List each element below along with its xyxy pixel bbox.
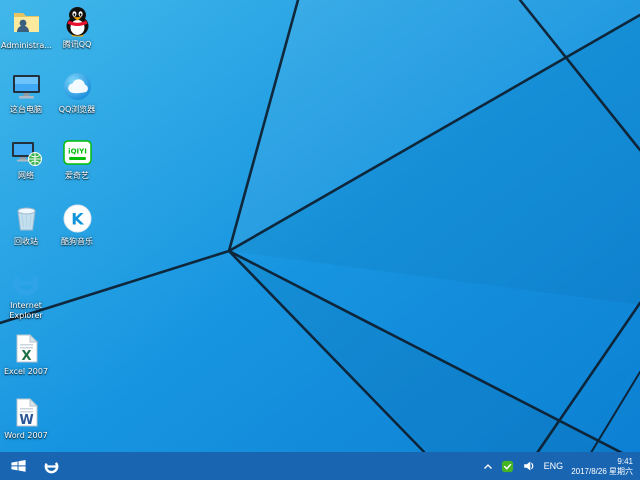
clock[interactable]: 9:41 2017/8/26 星期六 <box>571 457 633 476</box>
tray-time: 9:41 <box>617 457 633 466</box>
word-icon: W <box>10 396 43 429</box>
desktop-icon-tencent-qq[interactable]: 腾讯QQ <box>52 5 102 50</box>
internet-explorer-icon <box>10 266 43 299</box>
desktop-icon-label: 腾讯QQ <box>63 40 92 50</box>
excel-icon: X <box>10 332 43 365</box>
desktop-icon-recycle-bin[interactable]: 回收站 <box>1 202 51 247</box>
desktop-screen: Administra... 这台电脑 网络 <box>0 0 640 480</box>
user-folder-icon <box>10 6 43 39</box>
qq-penguin-icon <box>61 5 94 38</box>
taskbar-ie-button[interactable] <box>36 452 66 480</box>
desktop-icon-internet-explorer[interactable]: Internet Explorer <box>1 266 51 320</box>
taskbar: ENG 9:41 2017/8/26 星期六 <box>0 452 640 480</box>
security-tray-button[interactable] <box>501 460 514 473</box>
desktop-icon-label: Internet Explorer <box>1 301 51 320</box>
svg-text:W: W <box>19 413 33 428</box>
desktop-icon-this-pc[interactable]: 这台电脑 <box>1 70 51 115</box>
iqiyi-icon: iQIYI <box>61 136 94 169</box>
desktop-icon-excel-2007[interactable]: X Excel 2007 <box>1 332 51 377</box>
desktop-icon-label: Administra... <box>1 41 51 51</box>
system-tray: ENG 9:41 2017/8/26 星期六 <box>483 452 640 480</box>
tray-date: 2017/8/26 星期六 <box>571 467 633 476</box>
start-button[interactable] <box>0 452 36 480</box>
chevron-up-icon <box>483 463 493 470</box>
desktop-icon-kugou-music[interactable]: K 酷狗音乐 <box>52 202 102 247</box>
desktop-icon-label: 酷狗音乐 <box>61 237 93 247</box>
desktop-icon-label: Word 2007 <box>4 431 47 441</box>
ie-icon <box>43 458 60 475</box>
svg-text:iQIYI: iQIYI <box>68 148 87 156</box>
show-hidden-icons-button[interactable] <box>483 463 493 470</box>
speaker-icon <box>522 459 536 473</box>
language-indicator[interactable]: ENG <box>544 461 564 471</box>
network-icon <box>10 136 43 169</box>
desktop-icon-iqiyi[interactable]: iQIYI 爱奇艺 <box>52 136 102 181</box>
kugou-music-icon: K <box>61 202 94 235</box>
volume-button[interactable] <box>522 459 536 473</box>
desktop-icon-label: 这台电脑 <box>10 105 42 115</box>
recycle-bin-icon <box>10 202 43 235</box>
desktop-icon-label: 网络 <box>18 171 34 181</box>
desktop-icon-qq-browser[interactable]: QQ浏览器 <box>52 70 102 115</box>
desktop-icon-label: Excel 2007 <box>4 367 48 377</box>
desktop-icon-network[interactable]: 网络 <box>1 136 51 181</box>
desktop-icon-administrator[interactable]: Administra... <box>1 6 51 51</box>
qq-browser-icon <box>61 70 94 103</box>
desktop-icon-label: 回收站 <box>14 237 38 247</box>
green-shield-icon <box>501 460 514 473</box>
desktop-icon-word-2007[interactable]: W Word 2007 <box>1 396 51 441</box>
windows-logo-icon <box>10 459 27 473</box>
desktop-icon-label: 爱奇艺 <box>65 171 89 181</box>
computer-icon <box>10 70 43 103</box>
svg-text:X: X <box>21 349 31 364</box>
desktop-icon-label: QQ浏览器 <box>59 105 96 115</box>
svg-text:K: K <box>71 210 84 229</box>
